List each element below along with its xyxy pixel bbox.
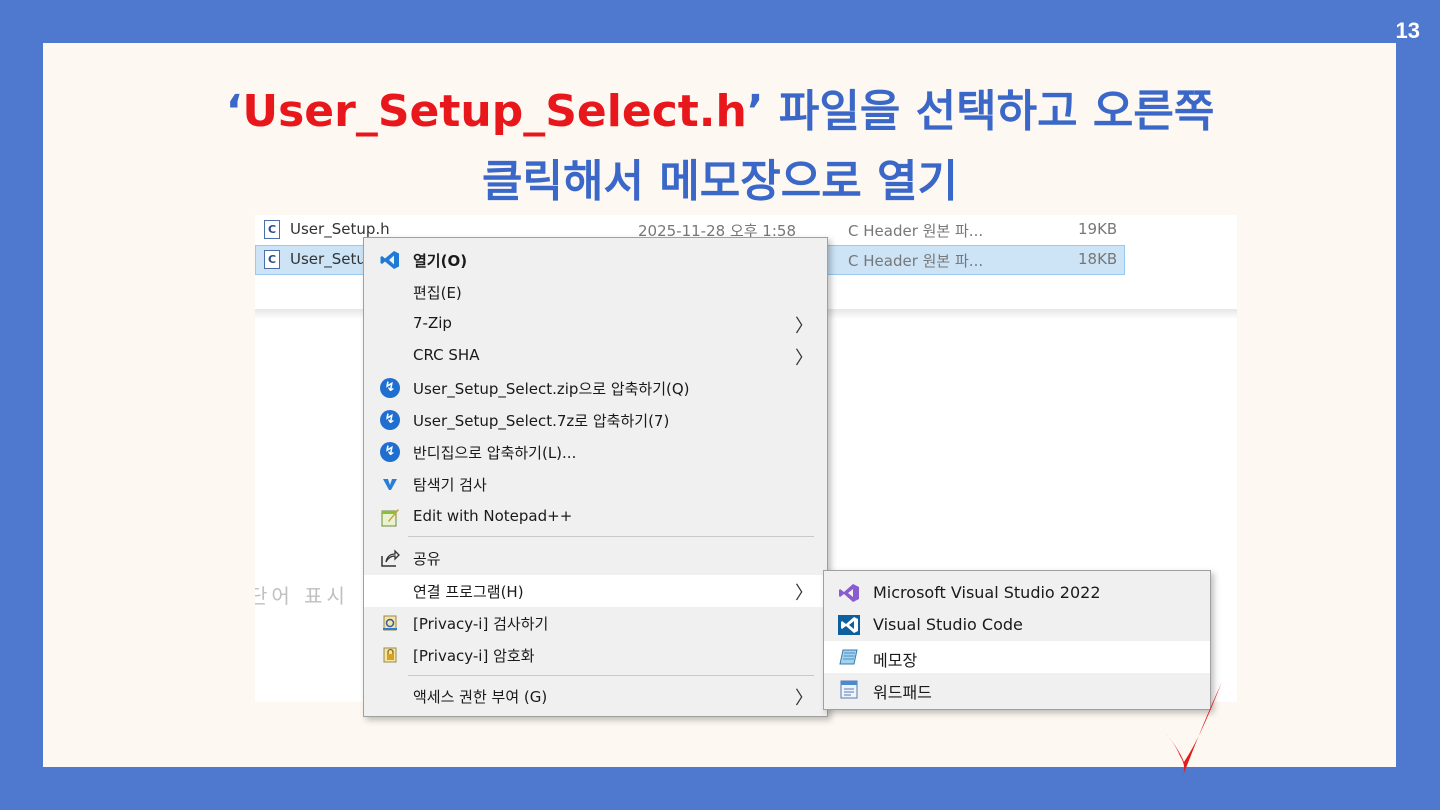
scan-icon	[383, 479, 397, 490]
menu-item-crc-sha[interactable]: CRC SHA 〉	[364, 340, 827, 372]
menu-label: 탐색기 검사	[413, 476, 487, 494]
slide-title-line2: 클릭해서 메모장으로 열기	[482, 156, 958, 207]
share-icon	[381, 549, 400, 567]
menu-label: Edit with Notepad++	[413, 507, 573, 525]
privacy-scan-icon	[383, 615, 397, 631]
notepadpp-icon	[381, 509, 399, 527]
file-type: C Header 원본 파...	[848, 252, 984, 270]
page-number: 13	[1395, 18, 1420, 43]
menu-label: User_Setup_Select.7z로 압축하기(7)	[413, 412, 670, 430]
submenu-label: 메모장	[873, 651, 918, 670]
submenu-label: 워드패드	[873, 683, 932, 702]
menu-label: 7-Zip	[413, 314, 452, 332]
open-quote: ‘	[225, 86, 243, 137]
menu-label: 연결 프로그램(H)	[413, 583, 524, 601]
menu-label: 편집(E)	[413, 284, 462, 302]
bandizip-icon: ↯	[380, 410, 400, 430]
menu-label: 공유	[413, 550, 441, 568]
file-type: C Header 원본 파...	[848, 222, 984, 240]
menu-item-7zip[interactable]: 7-Zip 〉	[364, 308, 827, 340]
bandizip-icon: ↯	[380, 378, 400, 398]
menu-label: User_Setup_Select.zip으로 압축하기(Q)	[413, 380, 690, 398]
menu-item-scan[interactable]: 탐색기 검사	[364, 468, 827, 500]
slide-title-line1: ‘User_Setup_Select.h’ 파일을 선택하고 오른쪽	[0, 86, 1440, 138]
file-name: User_Setup.h	[290, 220, 390, 238]
vscode-icon	[380, 251, 399, 269]
open-with-submenu: Microsoft Visual Studio 2022 Visual Stud…	[823, 570, 1211, 710]
notepad-icon	[839, 649, 858, 665]
menu-separator	[408, 536, 814, 537]
file-size: 19KB	[1078, 220, 1118, 238]
background-text: 단어 표시	[255, 584, 349, 608]
menu-label: 액세스 권한 부여 (G)	[413, 688, 548, 706]
close-quote: ’	[746, 86, 764, 137]
submenu-item-notepad[interactable]: 메모장	[824, 641, 1210, 673]
chevron-right-icon: 〉	[795, 583, 813, 604]
submenu-item-wordpad[interactable]: 워드패드	[824, 673, 1210, 705]
menu-item-grant-access[interactable]: 액세스 권한 부여 (G) 〉	[364, 680, 827, 712]
wordpad-icon	[840, 680, 858, 699]
menu-item-zip[interactable]: ↯ User_Setup_Select.zip으로 압축하기(Q)	[364, 372, 827, 404]
menu-label: 반디집으로 압축하기(L)...	[413, 444, 577, 462]
submenu-label: Visual Studio Code	[873, 615, 1023, 634]
menu-label: [Privacy-i] 암호화	[413, 647, 535, 665]
submenu-label: Microsoft Visual Studio 2022	[873, 583, 1101, 602]
menu-item-bandizip[interactable]: ↯ 반디집으로 압축하기(L)...	[364, 436, 827, 468]
bandizip-icon: ↯	[380, 442, 400, 462]
menu-label: [Privacy-i] 검사하기	[413, 615, 549, 633]
chevron-right-icon: 〉	[795, 688, 813, 709]
c-header-file-icon: C	[264, 250, 280, 269]
file-size: 18KB	[1078, 250, 1118, 268]
menu-item-notepadpp[interactable]: Edit with Notepad++	[364, 501, 827, 533]
menu-item-edit[interactable]: 편집(E)	[364, 276, 827, 308]
vscode-icon	[838, 615, 860, 635]
menu-item-open-with[interactable]: 연결 프로그램(H) 〉	[364, 575, 827, 607]
menu-item-share[interactable]: 공유	[364, 542, 827, 574]
menu-item-privacy-encrypt[interactable]: [Privacy-i] 암호화	[364, 639, 827, 671]
visual-studio-icon	[839, 584, 859, 602]
red-checkmark-icon	[1164, 682, 1222, 778]
chevron-right-icon: 〉	[795, 348, 813, 369]
menu-item-open[interactable]: 열기(O)	[364, 244, 827, 276]
context-menu: 열기(O) 편집(E) 7-Zip 〉 CRC SHA 〉 ↯ User_Set…	[363, 237, 828, 717]
title-line1-rest: 파일을 선택하고 오른쪽	[763, 86, 1215, 137]
menu-label: 열기(O)	[413, 252, 468, 270]
submenu-item-visual-studio[interactable]: Microsoft Visual Studio 2022	[824, 577, 1210, 609]
menu-item-privacy-scan[interactable]: [Privacy-i] 검사하기	[364, 607, 827, 639]
privacy-lock-icon	[383, 647, 397, 663]
file-name: User_Setu	[290, 250, 366, 268]
c-header-file-icon: C	[264, 220, 280, 239]
menu-label: CRC SHA	[413, 346, 480, 364]
submenu-item-vscode[interactable]: Visual Studio Code	[824, 609, 1210, 641]
menu-separator	[408, 675, 814, 676]
chevron-right-icon: 〉	[795, 316, 813, 337]
filename-highlight: User_Setup_Select.h	[242, 86, 747, 137]
menu-item-7z[interactable]: ↯ User_Setup_Select.7z로 압축하기(7)	[364, 404, 827, 436]
